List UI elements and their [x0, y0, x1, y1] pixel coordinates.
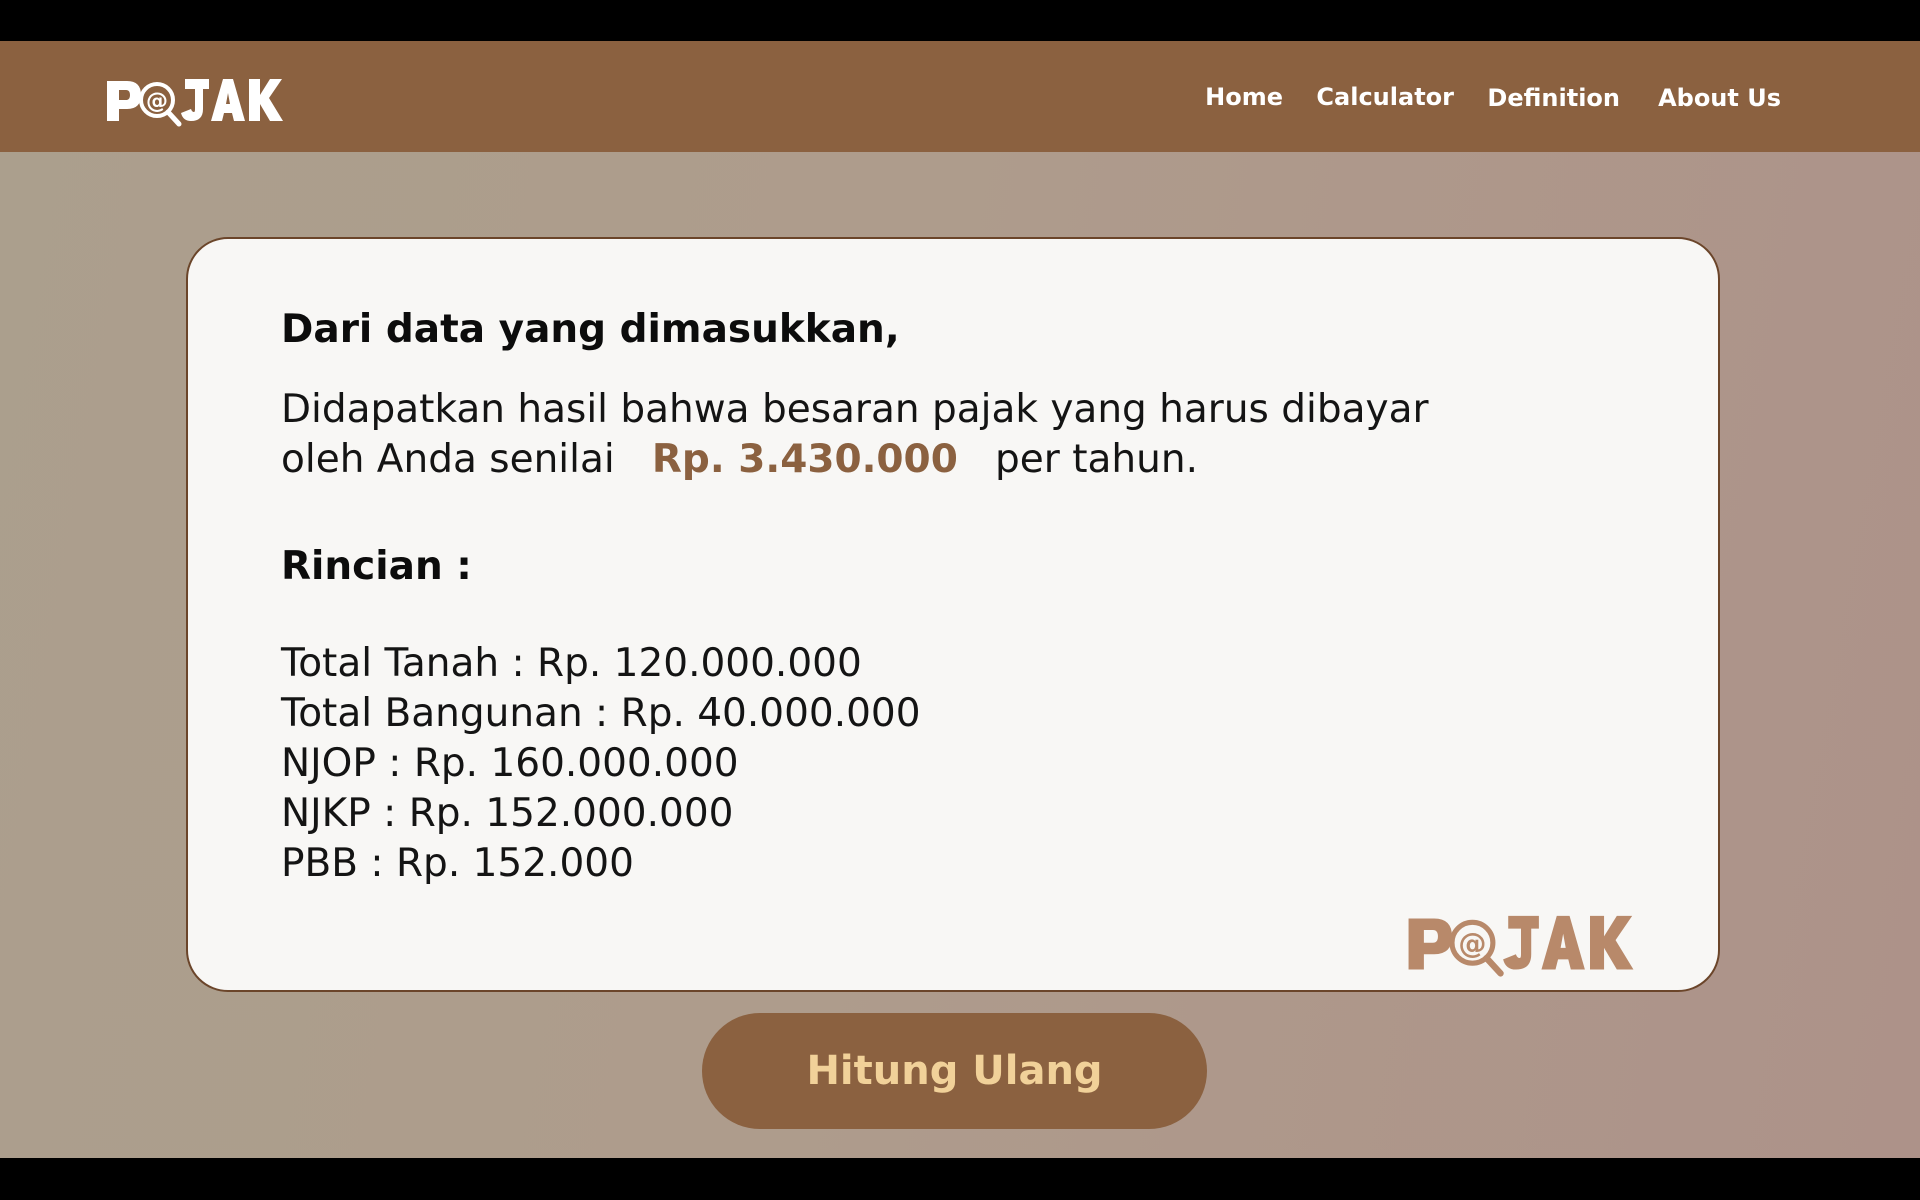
svg-text:@: @ — [1458, 927, 1486, 960]
card-logo: @ — [1406, 904, 1636, 984]
detail-total-bangunan: Total Bangunan : Rp. 40.000.000 — [281, 691, 921, 736]
result-summary: Didapatkan hasil bahwa besaran pajak yan… — [281, 385, 1481, 485]
details-list: Total Tanah : Rp. 120.000.000 Total Bang… — [281, 639, 921, 889]
result-card: Dari data yang dimasukkan, Didapatkan ha… — [186, 237, 1720, 992]
app-viewport: @ Home Calculator Definition About Us Da… — [0, 41, 1920, 1158]
detail-njop: NJOP : Rp. 160.000.000 — [281, 741, 739, 786]
nav-about-us[interactable]: About Us — [1658, 84, 1781, 112]
navbar: @ Home Calculator Definition About Us — [0, 41, 1920, 152]
brand-logo[interactable]: @ — [105, 71, 285, 131]
pajak-logo-muted-icon: @ — [1408, 915, 1634, 977]
svg-text:@: @ — [146, 89, 168, 114]
result-line-1: Didapatkan hasil bahwa besaran pajak yan… — [281, 387, 1429, 432]
nav-definition[interactable]: Definition — [1487, 84, 1620, 112]
detail-total-tanah: Total Tanah : Rp. 120.000.000 — [281, 641, 862, 686]
details-title: Rincian : — [281, 544, 472, 589]
nav-calculator[interactable]: Calculator — [1316, 83, 1454, 111]
result-line-2: oleh Anda senilai Rp. 3.430.000 per tahu… — [281, 435, 1481, 485]
recalculate-button[interactable]: Hitung Ulang — [702, 1013, 1207, 1129]
detail-njkp: NJKP : Rp. 152.000.000 — [281, 791, 734, 836]
result-heading: Dari data yang dimasukkan, — [281, 307, 900, 352]
result-line-2-prefix: oleh Anda senilai — [281, 437, 615, 482]
tax-amount: Rp. 3.430.000 — [651, 437, 958, 482]
nav-home[interactable]: Home — [1205, 83, 1283, 111]
detail-pbb: PBB : Rp. 152.000 — [281, 841, 634, 886]
result-line-2-suffix: per tahun. — [995, 437, 1198, 482]
pajak-logo-icon: @ — [107, 79, 283, 127]
